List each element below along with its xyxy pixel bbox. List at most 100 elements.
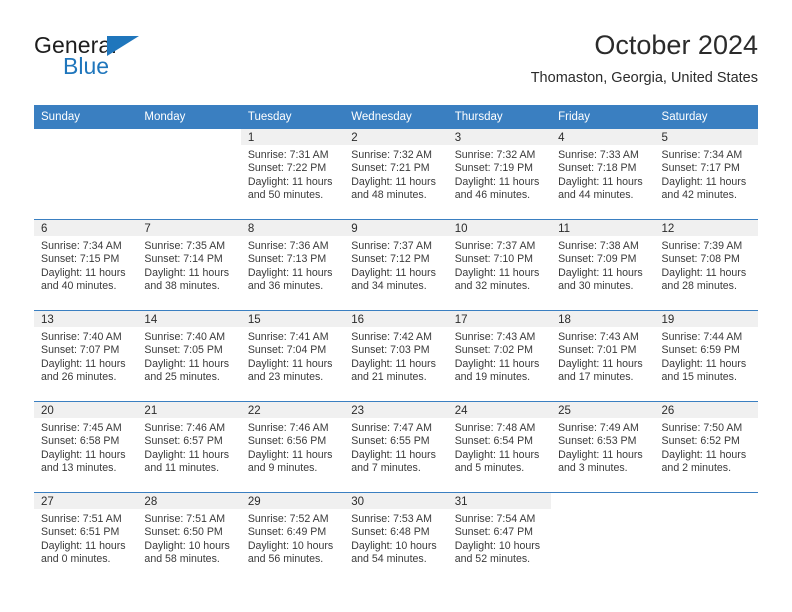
calendar-day-cell[interactable]: 5 Sunrise: 7:34 AM Sunset: 7:17 PM Daylight… [654,129,758,220]
sunset-time: Sunset: 6:52 PM [661,435,740,448]
general-blue-logo[interactable]: General Blue [34,32,264,92]
daylight-duration-line2: and 50 minutes. [247,188,324,201]
calendar-day-cell[interactable]: 1 Sunrise: 7:31 AM Sunset: 7:22 PM Daylight… [240,129,345,220]
calendar-day-cell[interactable]: 20 Sunrise: 7:45 AM Sunset: 6:58 PM Dayligh… [34,401,138,493]
weekday-header-row: Sunday Monday Tuesday Wednesday Thursday Frid… [34,105,758,129]
daylight-duration-line1: Daylight: 11 hours [144,357,230,370]
day-details: Sunrise: 7:43 AM Sunset: 7:01 PM Daylight:… [551,327,654,384]
weekday-header-thursday: Thursday [447,105,552,129]
day-number [655,493,758,509]
day-details: Sunrise: 7:45 AM Sunset: 6:58 PM Daylight:… [34,418,137,475]
calendar-day-cell[interactable]: 3 Sunrise: 7:32 AM Sunset: 7:19 PM Daylight… [447,129,552,220]
sunset-time: Sunset: 7:04 PM [247,344,327,357]
sunrise-sunset-calendar: Sunday Monday Tuesday Wednesday Thursday Frid… [34,105,758,583]
sunrise-time: Sunrise: 7:36 AM [247,240,329,252]
day-details: Sunrise: 7:38 AM Sunset: 7:09 PM Daylight:… [551,236,654,293]
sunset-time: Sunset: 7:18 PM [558,162,637,175]
calendar-day-cell[interactable]: 31 Sunrise: 7:54 AM Sunset: 6:47 PM Dayligh… [447,492,552,583]
day-number: 13 [34,311,138,327]
day-number: 14 [137,311,241,327]
logo-flag-icon [107,36,139,56]
calendar-day-cell[interactable]: 6 Sunrise: 7:34 AM Sunset: 7:15 PM Daylight… [34,219,138,311]
daylight-duration-line1: Daylight: 11 hours [661,266,747,279]
calendar-day-cell[interactable]: 21 Sunrise: 7:46 AM Sunset: 6:57 PM Dayligh… [137,401,241,493]
day-details: Sunrise: 7:52 AM Sunset: 6:49 PM Daylight:… [241,509,344,566]
day-details: Sunrise: 7:41 AM Sunset: 7:04 PM Daylight:… [241,327,344,384]
day-number: 4 [551,129,655,145]
sunrise-time: Sunrise: 7:37 AM [454,240,536,252]
daylight-duration-line1: Daylight: 11 hours [558,175,643,188]
calendar-day-cell[interactable]: 27 Sunrise: 7:51 AM Sunset: 6:51 PM Dayligh… [34,492,138,583]
calendar-day-cell[interactable]: 18 Sunrise: 7:43 AM Sunset: 7:01 PM Dayligh… [551,310,655,402]
calendar-day-cell[interactable]: 17 Sunrise: 7:43 AM Sunset: 7:02 PM Dayligh… [447,310,552,402]
calendar-day-cell[interactable]: 12 Sunrise: 7:39 AM Sunset: 7:08 PM Dayligh… [654,219,758,311]
title-block: October 2024 Thomaston, Georgia, United … [531,28,758,88]
calendar-day-cell[interactable]: 30 Sunrise: 7:53 AM Sunset: 6:48 PM Dayligh… [344,492,448,583]
day-details: Sunrise: 7:43 AM Sunset: 7:02 PM Daylight:… [448,327,551,384]
sunrise-time: Sunrise: 7:52 AM [247,513,329,525]
calendar-day-cell[interactable]: 24 Sunrise: 7:48 AM Sunset: 6:54 PM Dayligh… [447,401,552,493]
sunset-time: Sunset: 6:59 PM [661,344,740,357]
calendar-day-cell[interactable]: 29 Sunrise: 7:52 AM Sunset: 6:49 PM Dayligh… [240,492,345,583]
daylight-duration-line2: and 26 minutes. [41,370,117,383]
day-number: 9 [344,220,448,236]
calendar-day-cell[interactable]: 2 Sunrise: 7:32 AM Sunset: 7:21 PM Daylight… [344,129,448,220]
daylight-duration-line2: and 58 minutes. [144,552,220,565]
sunrise-time: Sunrise: 7:44 AM [661,331,743,343]
calendar-day-cell[interactable]: 8 Sunrise: 7:36 AM Sunset: 7:13 PM Daylight… [240,219,345,311]
sunrise-time: Sunrise: 7:51 AM [41,513,122,525]
daylight-duration-line1: Daylight: 11 hours [661,357,747,370]
calendar-day-cell[interactable]: 9 Sunrise: 7:37 AM Sunset: 7:12 PM Daylight… [344,219,448,311]
daylight-duration-line2: and 25 minutes. [144,370,220,383]
calendar-day-cell[interactable]: 28 Sunrise: 7:51 AM Sunset: 6:50 PM Dayligh… [137,492,241,583]
sunrise-time: Sunrise: 7:54 AM [454,513,536,525]
sunrise-time: Sunrise: 7:53 AM [351,513,432,525]
day-number: 8 [240,220,345,236]
daylight-duration-line1: Daylight: 11 hours [41,539,126,552]
day-details: Sunrise: 7:42 AM Sunset: 7:03 PM Daylight:… [344,327,447,384]
calendar-day-cell[interactable]: 26 Sunrise: 7:50 AM Sunset: 6:52 PM Dayligh… [654,401,758,493]
sunset-time: Sunset: 6:53 PM [558,435,637,448]
day-details: Sunrise: 7:47 AM Sunset: 6:55 PM Daylight:… [344,418,447,475]
sunrise-time: Sunrise: 7:50 AM [661,422,743,434]
sunset-time: Sunset: 7:19 PM [454,162,534,175]
weekday-header-wednesday: Wednesday [344,105,448,129]
calendar-day-cell[interactable]: 22 Sunrise: 7:46 AM Sunset: 6:56 PM Dayligh… [240,401,345,493]
day-details: Sunrise: 7:54 AM Sunset: 6:47 PM Daylight:… [448,509,551,566]
sunset-time: Sunset: 6:58 PM [41,435,120,448]
sunrise-time: Sunrise: 7:48 AM [454,422,536,434]
sunset-time: Sunset: 6:56 PM [247,435,327,448]
calendar-day-cell[interactable]: 7 Sunrise: 7:35 AM Sunset: 7:14 PM Daylight… [137,219,241,311]
day-number [551,493,654,509]
sunset-time: Sunset: 7:17 PM [661,162,740,175]
day-number: 15 [240,311,345,327]
calendar-day-cell[interactable]: 14 Sunrise: 7:40 AM Sunset: 7:05 PM Dayligh… [137,310,241,402]
day-details: Sunrise: 7:31 AM Sunset: 7:22 PM Daylight:… [241,145,344,202]
daylight-duration-line2: and 54 minutes. [351,552,427,565]
calendar-day-cell[interactable]: 15 Sunrise: 7:41 AM Sunset: 7:04 PM Dayligh… [240,310,345,402]
daylight-duration-line1: Daylight: 11 hours [41,266,126,279]
calendar-day-cell[interactable]: 4 Sunrise: 7:33 AM Sunset: 7:18 PM Daylight… [551,129,655,220]
sunrise-time: Sunrise: 7:32 AM [454,149,536,161]
daylight-duration-line2: and 3 minutes. [558,461,628,474]
calendar-day-cell[interactable]: 19 Sunrise: 7:44 AM Sunset: 6:59 PM Dayligh… [654,310,758,402]
daylight-duration-line1: Daylight: 11 hours [454,448,540,461]
calendar-day-cell[interactable]: 23 Sunrise: 7:47 AM Sunset: 6:55 PM Dayligh… [344,401,448,493]
sunrise-time: Sunrise: 7:45 AM [41,422,122,434]
day-number: 22 [240,402,345,418]
sunset-time: Sunset: 7:08 PM [661,253,740,266]
calendar-day-cell[interactable]: 13 Sunrise: 7:40 AM Sunset: 7:07 PM Dayligh… [34,310,138,402]
calendar-week-row: 27 Sunrise: 7:51 AM Sunset: 6:51 PM Dayligh… [34,492,758,583]
calendar-cell-empty [654,492,758,583]
calendar-day-cell[interactable]: 25 Sunrise: 7:49 AM Sunset: 6:53 PM Dayligh… [551,401,655,493]
sunset-time: Sunset: 6:47 PM [454,526,534,539]
calendar-day-cell[interactable]: 16 Sunrise: 7:42 AM Sunset: 7:03 PM Dayligh… [344,310,448,402]
sunset-time: Sunset: 7:10 PM [454,253,534,266]
sunrise-time: Sunrise: 7:33 AM [558,149,639,161]
daylight-duration-line2: and 9 minutes. [247,461,318,474]
daylight-duration-line1: Daylight: 11 hours [351,357,436,370]
sunset-time: Sunset: 6:57 PM [144,435,223,448]
day-number: 23 [344,402,448,418]
calendar-day-cell[interactable]: 10 Sunrise: 7:37 AM Sunset: 7:10 PM Dayligh… [447,219,552,311]
calendar-day-cell[interactable]: 11 Sunrise: 7:38 AM Sunset: 7:09 PM Dayligh… [551,219,655,311]
